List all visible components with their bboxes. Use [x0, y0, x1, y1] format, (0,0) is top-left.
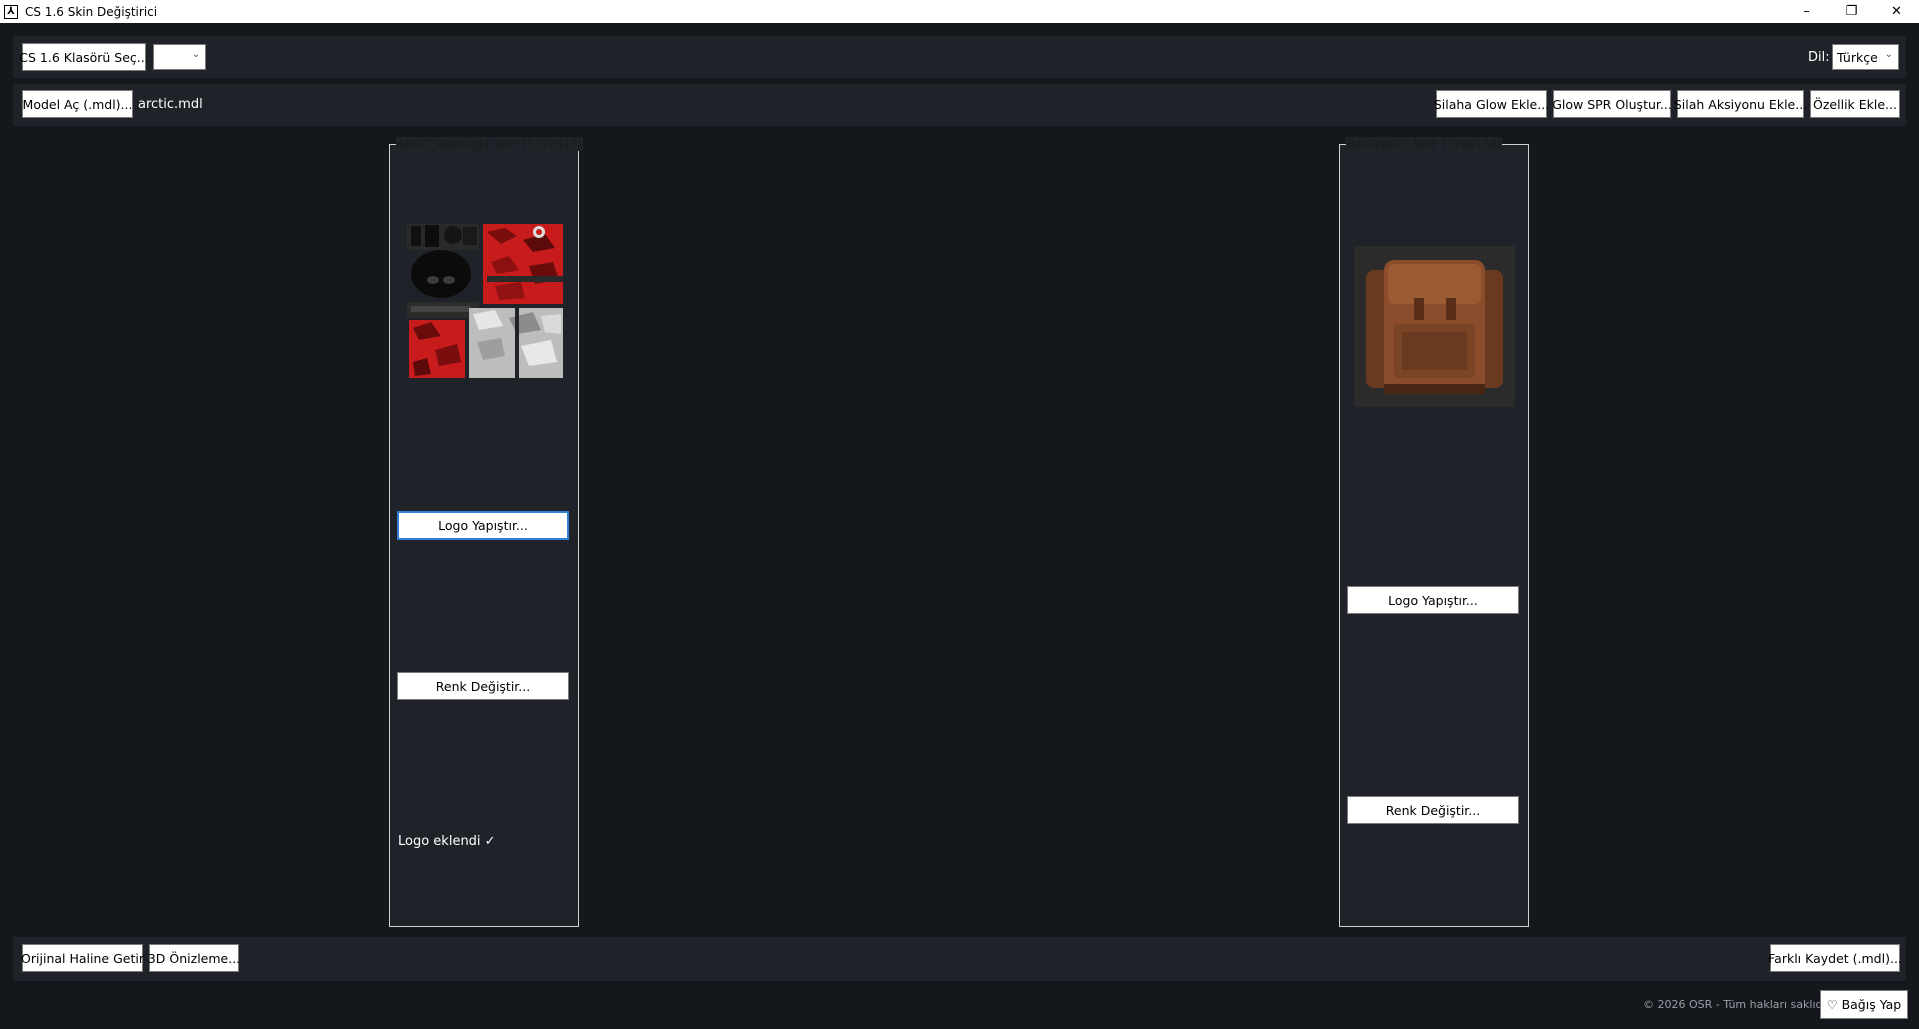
paste-logo-button[interactable]: Logo Yapıştır...	[1347, 586, 1519, 614]
donate-label: Bağış Yap	[1841, 997, 1902, 1012]
title-bar: ⅄ CS 1.6 Skin Değiştirici – ❐ ✕	[0, 0, 1919, 23]
cs-app-icon: ⅄	[4, 4, 18, 19]
copyright-text: © 2026 OSR - Tüm hakları saklıdır	[1643, 998, 1831, 1011]
paste-logo-button[interactable]: Logo Yapıştır...	[397, 511, 569, 540]
language-select-value: Türkçe	[1837, 49, 1878, 65]
window-title: CS 1.6 Skin Değiştirici	[25, 4, 158, 19]
window-controls: – ❐ ✕	[1784, 0, 1919, 23]
texture-title: Backpack1.BMP (128x128)	[1346, 137, 1503, 151]
restore-original-button[interactable]: Orijinal Haline Getir	[21, 944, 144, 972]
donate-button[interactable]: ♡ Bağış Yap	[1820, 990, 1908, 1019]
texture-title: ARTIC_Working1.BMP (512x512)	[396, 137, 584, 151]
backpack-texture-thumbnail[interactable]	[1354, 246, 1515, 407]
chevron-down-icon: ⌄	[1884, 49, 1893, 60]
artic-texture-thumbnail[interactable]	[405, 222, 565, 382]
model-filename: arctic.mdl	[138, 97, 203, 112]
change-color-button[interactable]: Renk Değiştir...	[397, 672, 569, 700]
change-color-button[interactable]: Renk Değiştir...	[1347, 796, 1519, 824]
preview-3d-button[interactable]: 3D Önizleme...	[148, 944, 240, 972]
add-weapon-action-button[interactable]: Silah Aksiyonu Ekle...	[1674, 90, 1807, 118]
open-model-button[interactable]: Model Aç (.mdl)...	[22, 90, 133, 118]
folder-toolbar: CS 1.6 Klasörü Seç... ⌄ Dil: Türkçe ⌄	[13, 36, 1906, 78]
texture-panel-artic: ARTIC_Working1.BMP (512x512) Logo Yapışt…	[389, 137, 584, 927]
texture-panel-backpack: Backpack1.BMP (128x128) Logo Yapıştır...…	[1339, 137, 1529, 927]
action-toolbar: Orijinal Haline Getir 3D Önizleme... Far…	[13, 937, 1906, 981]
save-as-button[interactable]: Farklı Kaydet (.mdl)...	[1768, 944, 1902, 972]
folder-combo[interactable]: ⌄	[153, 44, 206, 70]
logo-status-text: Logo eklendi ✓	[398, 834, 496, 849]
language-label: Dil:	[1808, 50, 1830, 65]
add-weapon-glow-button[interactable]: Silaha Glow Ekle...	[1434, 90, 1549, 118]
heart-icon: ♡	[1826, 997, 1838, 1012]
minimize-button[interactable]: –	[1784, 0, 1829, 23]
language-select[interactable]: Türkçe ⌄	[1832, 44, 1899, 70]
add-feature-button[interactable]: Özellik Ekle...	[1810, 90, 1900, 118]
select-folder-button[interactable]: CS 1.6 Klasörü Seç...	[19, 43, 149, 71]
chevron-down-icon: ⌄	[191, 49, 200, 60]
close-button[interactable]: ✕	[1874, 0, 1919, 23]
create-glow-spr-button[interactable]: Glow SPR Oluştur...	[1552, 90, 1672, 118]
model-toolbar: Model Aç (.mdl)... arctic.mdl Silaha Glo…	[13, 84, 1906, 126]
maximize-button[interactable]: ❐	[1829, 0, 1874, 23]
